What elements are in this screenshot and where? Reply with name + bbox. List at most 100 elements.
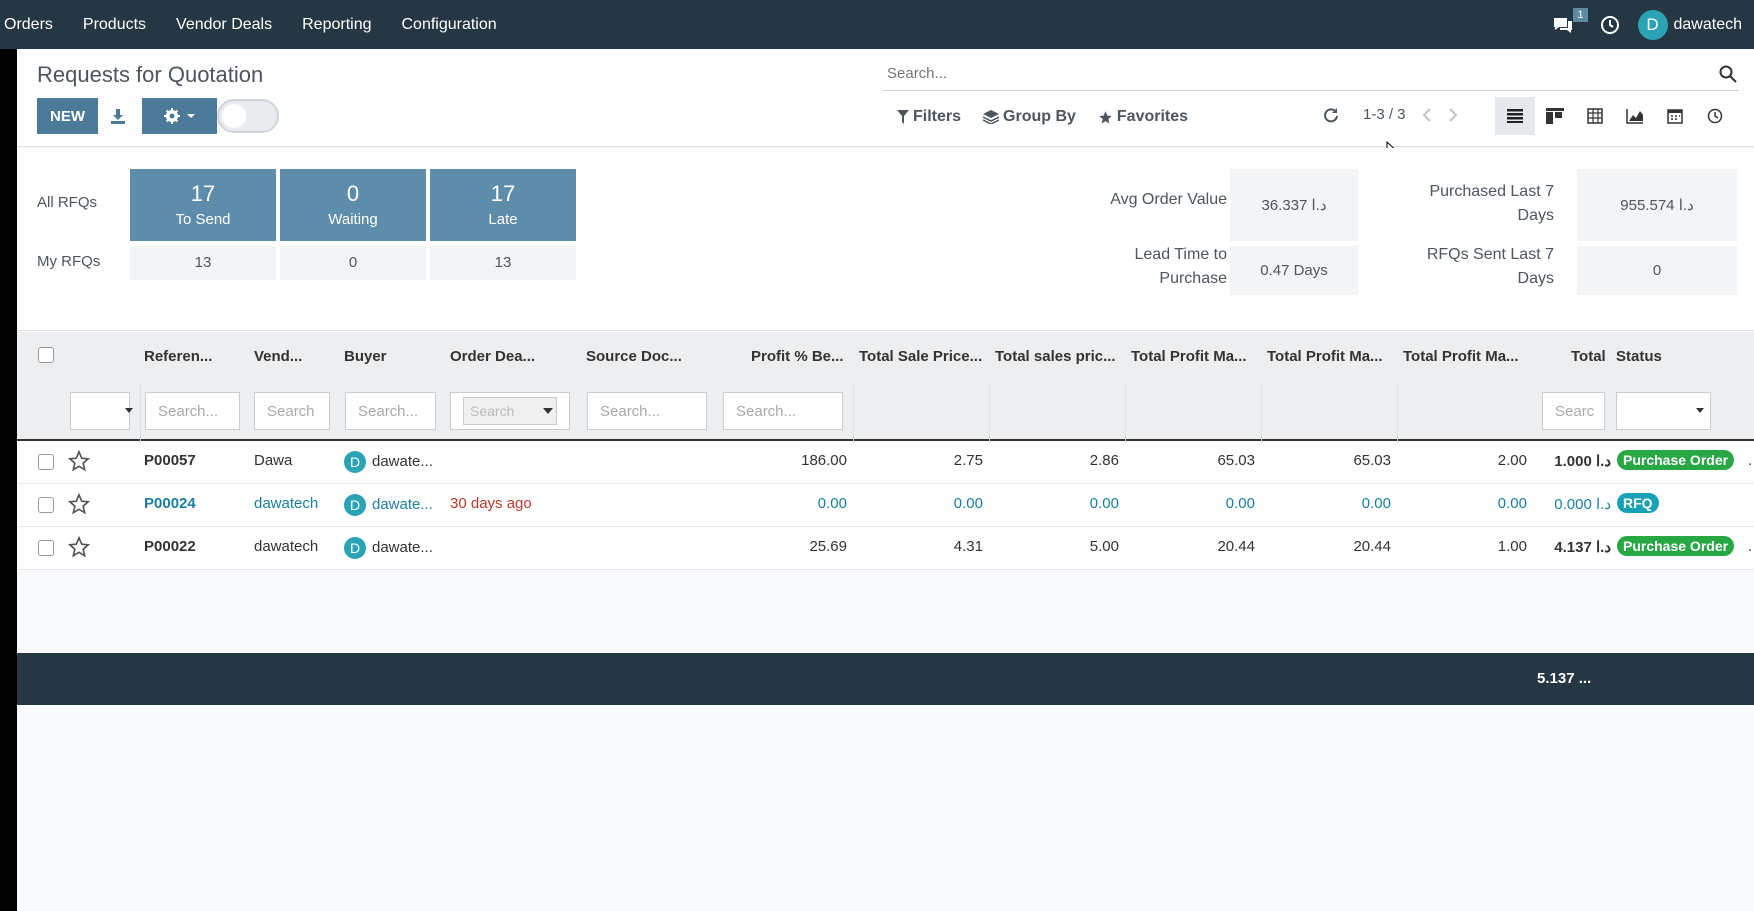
menu-orders[interactable]: Orders — [4, 16, 53, 34]
my-waiting[interactable]: 0 — [280, 246, 426, 280]
row-checkbox[interactable] — [38, 540, 54, 556]
toggle-knob — [222, 104, 246, 128]
table-row[interactable]: P00022 dawatech Ddawate... 25.69 4.31 5.… — [17, 527, 1754, 570]
row-total: 0.000 د.ا — [1554, 496, 1611, 513]
col-profit-percent[interactable]: Profit % Be... — [751, 348, 844, 365]
table-row[interactable]: P00024 dawatech Ddawate... 30 days ago 0… — [17, 484, 1754, 527]
buyer-name: dawate... — [372, 538, 433, 556]
avg-order-label: Avg Order Value — [1110, 191, 1227, 208]
row-total: 1.000 د.ا — [1554, 453, 1611, 470]
row-profit-percent: 186.00 — [801, 452, 847, 469]
star-icon[interactable] — [68, 536, 90, 558]
table-row[interactable]: P00057 Dawa Ddawate... 186.00 2.75 2.86 … — [17, 441, 1754, 484]
filter-deadline[interactable]: Search — [450, 392, 570, 430]
message-count-badge: 1 — [1573, 7, 1588, 22]
clock-icon[interactable] — [1600, 15, 1620, 35]
filter-reference[interactable]: Search... — [145, 392, 240, 430]
rfq-dashboard: All RFQs My RFQs 17 To Send 0 Waiting 17… — [17, 148, 1754, 331]
my-to-send[interactable]: 13 — [130, 246, 276, 280]
row-total-sales-price: 5.00 — [1089, 538, 1119, 555]
filter-total[interactable]: Searc — [1542, 392, 1605, 430]
col-source-document[interactable]: Source Doc... — [586, 348, 682, 365]
rfqs-sent-label: RFQs Sent Last 7 Days — [1357, 243, 1554, 291]
col-total-profit-2[interactable]: Total Profit Ma... — [1267, 348, 1383, 365]
select-all-checkbox[interactable] — [38, 347, 54, 363]
waiting-tile[interactable]: 0 Waiting — [280, 169, 426, 241]
row-total-profit-3: 2.00 — [1497, 452, 1527, 469]
chevron-left-icon[interactable] — [1422, 107, 1432, 122]
dropdown-caret-icon — [1696, 408, 1704, 413]
user-avatar[interactable]: D — [1637, 9, 1668, 40]
pivot-view-icon[interactable] — [1575, 97, 1615, 135]
filter-buyer[interactable]: Search... — [345, 392, 436, 430]
menu-products[interactable]: Products — [83, 16, 146, 34]
row-total-sale-price: 4.31 — [953, 538, 983, 555]
graph-view-icon[interactable] — [1615, 97, 1655, 135]
star-icon[interactable] — [68, 493, 90, 515]
col-total-sale-price[interactable]: Total Sale Price... — [859, 348, 982, 365]
chevron-right-icon[interactable] — [1448, 107, 1458, 122]
download-icon[interactable] — [109, 107, 127, 125]
row-checkbox[interactable] — [38, 497, 54, 513]
refresh-icon[interactable] — [1323, 107, 1339, 123]
col-buyer[interactable]: Buyer — [344, 348, 387, 365]
buyer-name: dawate... — [372, 495, 433, 513]
search-input[interactable] — [883, 57, 1703, 89]
menu-configuration[interactable]: Configuration — [401, 16, 496, 34]
top-navbar: Orders Products Vendor Deals Reporting C… — [0, 0, 1754, 49]
search-icon[interactable] — [1719, 65, 1737, 83]
row-vendor: dawatech — [254, 495, 319, 512]
row-reference: P00024 — [144, 495, 196, 512]
col-reference[interactable]: Referen... — [144, 348, 212, 365]
col-total-profit-3[interactable]: Total Profit Ma... — [1403, 348, 1519, 365]
menu-vendor-deals[interactable]: Vendor Deals — [176, 16, 272, 34]
my-late[interactable]: 13 — [430, 246, 576, 280]
status-trail: . — [1748, 538, 1753, 555]
row-total: 4.137 د.ا — [1554, 539, 1611, 556]
row-total-sales-price: 2.86 — [1089, 452, 1119, 469]
view-switcher — [1495, 97, 1735, 135]
gear-icon — [163, 108, 195, 124]
filter-status[interactable] — [1616, 392, 1711, 430]
filters-button[interactable]: Filters — [897, 108, 961, 126]
to-send-tile[interactable]: 17 To Send — [130, 169, 276, 241]
username[interactable]: dawatech — [1674, 16, 1743, 34]
rfqs-sent-label-line2: Days — [1517, 270, 1554, 287]
status-badge: Purchase Order — [1617, 450, 1735, 470]
filter-profit[interactable]: Search... — [723, 392, 843, 430]
filters-label: Filters — [913, 108, 962, 125]
dropdown-caret-icon — [125, 408, 133, 413]
pager-value[interactable]: 1-3 / 3 — [1363, 106, 1406, 123]
menu-reporting[interactable]: Reporting — [302, 16, 371, 34]
lead-time-label-line1: Lead Time to — [1134, 246, 1228, 263]
row-total-sales-price: 0.00 — [1089, 495, 1119, 512]
calendar-view-icon[interactable] — [1655, 97, 1695, 135]
groupby-button[interactable]: Group By — [983, 108, 1076, 126]
rfqs-sent-label-line1: RFQs Sent Last 7 — [1426, 246, 1554, 263]
col-status[interactable]: Status — [1616, 348, 1662, 365]
col-vendor[interactable]: Vend... — [254, 348, 302, 365]
toggle-switch[interactable] — [217, 99, 279, 133]
kanban-view-icon[interactable] — [1535, 97, 1575, 135]
col-total[interactable]: Total — [1571, 348, 1606, 365]
row-checkbox[interactable] — [38, 454, 54, 470]
status-trail: . — [1748, 452, 1753, 469]
actions-gear-button[interactable] — [142, 98, 217, 134]
star-icon[interactable] — [68, 450, 90, 472]
late-tile[interactable]: 17 Late — [430, 169, 576, 241]
new-button[interactable]: NEW — [37, 98, 98, 134]
activity-view-icon[interactable] — [1695, 97, 1735, 135]
filter-vendor[interactable]: Search — [254, 392, 330, 430]
chat-icon[interactable]: 1 — [1552, 7, 1588, 34]
list-view-icon[interactable] — [1495, 97, 1535, 135]
to-send-label: To Send — [175, 211, 231, 228]
purchased-label: Purchased Last 7 Days — [1357, 180, 1554, 228]
filter-source[interactable]: Search... — [587, 392, 707, 430]
favorites-button[interactable]: Favorites — [1098, 108, 1188, 126]
lead-time-value: 0.47 Days — [1230, 246, 1358, 295]
col-order-deadline[interactable]: Order Dea... — [450, 348, 535, 365]
row-vendor: dawatech — [254, 538, 319, 555]
filter-select-1[interactable] — [70, 392, 133, 430]
col-total-sales-price[interactable]: Total sales pric... — [995, 348, 1116, 365]
col-total-profit-1[interactable]: Total Profit Ma... — [1131, 348, 1247, 365]
